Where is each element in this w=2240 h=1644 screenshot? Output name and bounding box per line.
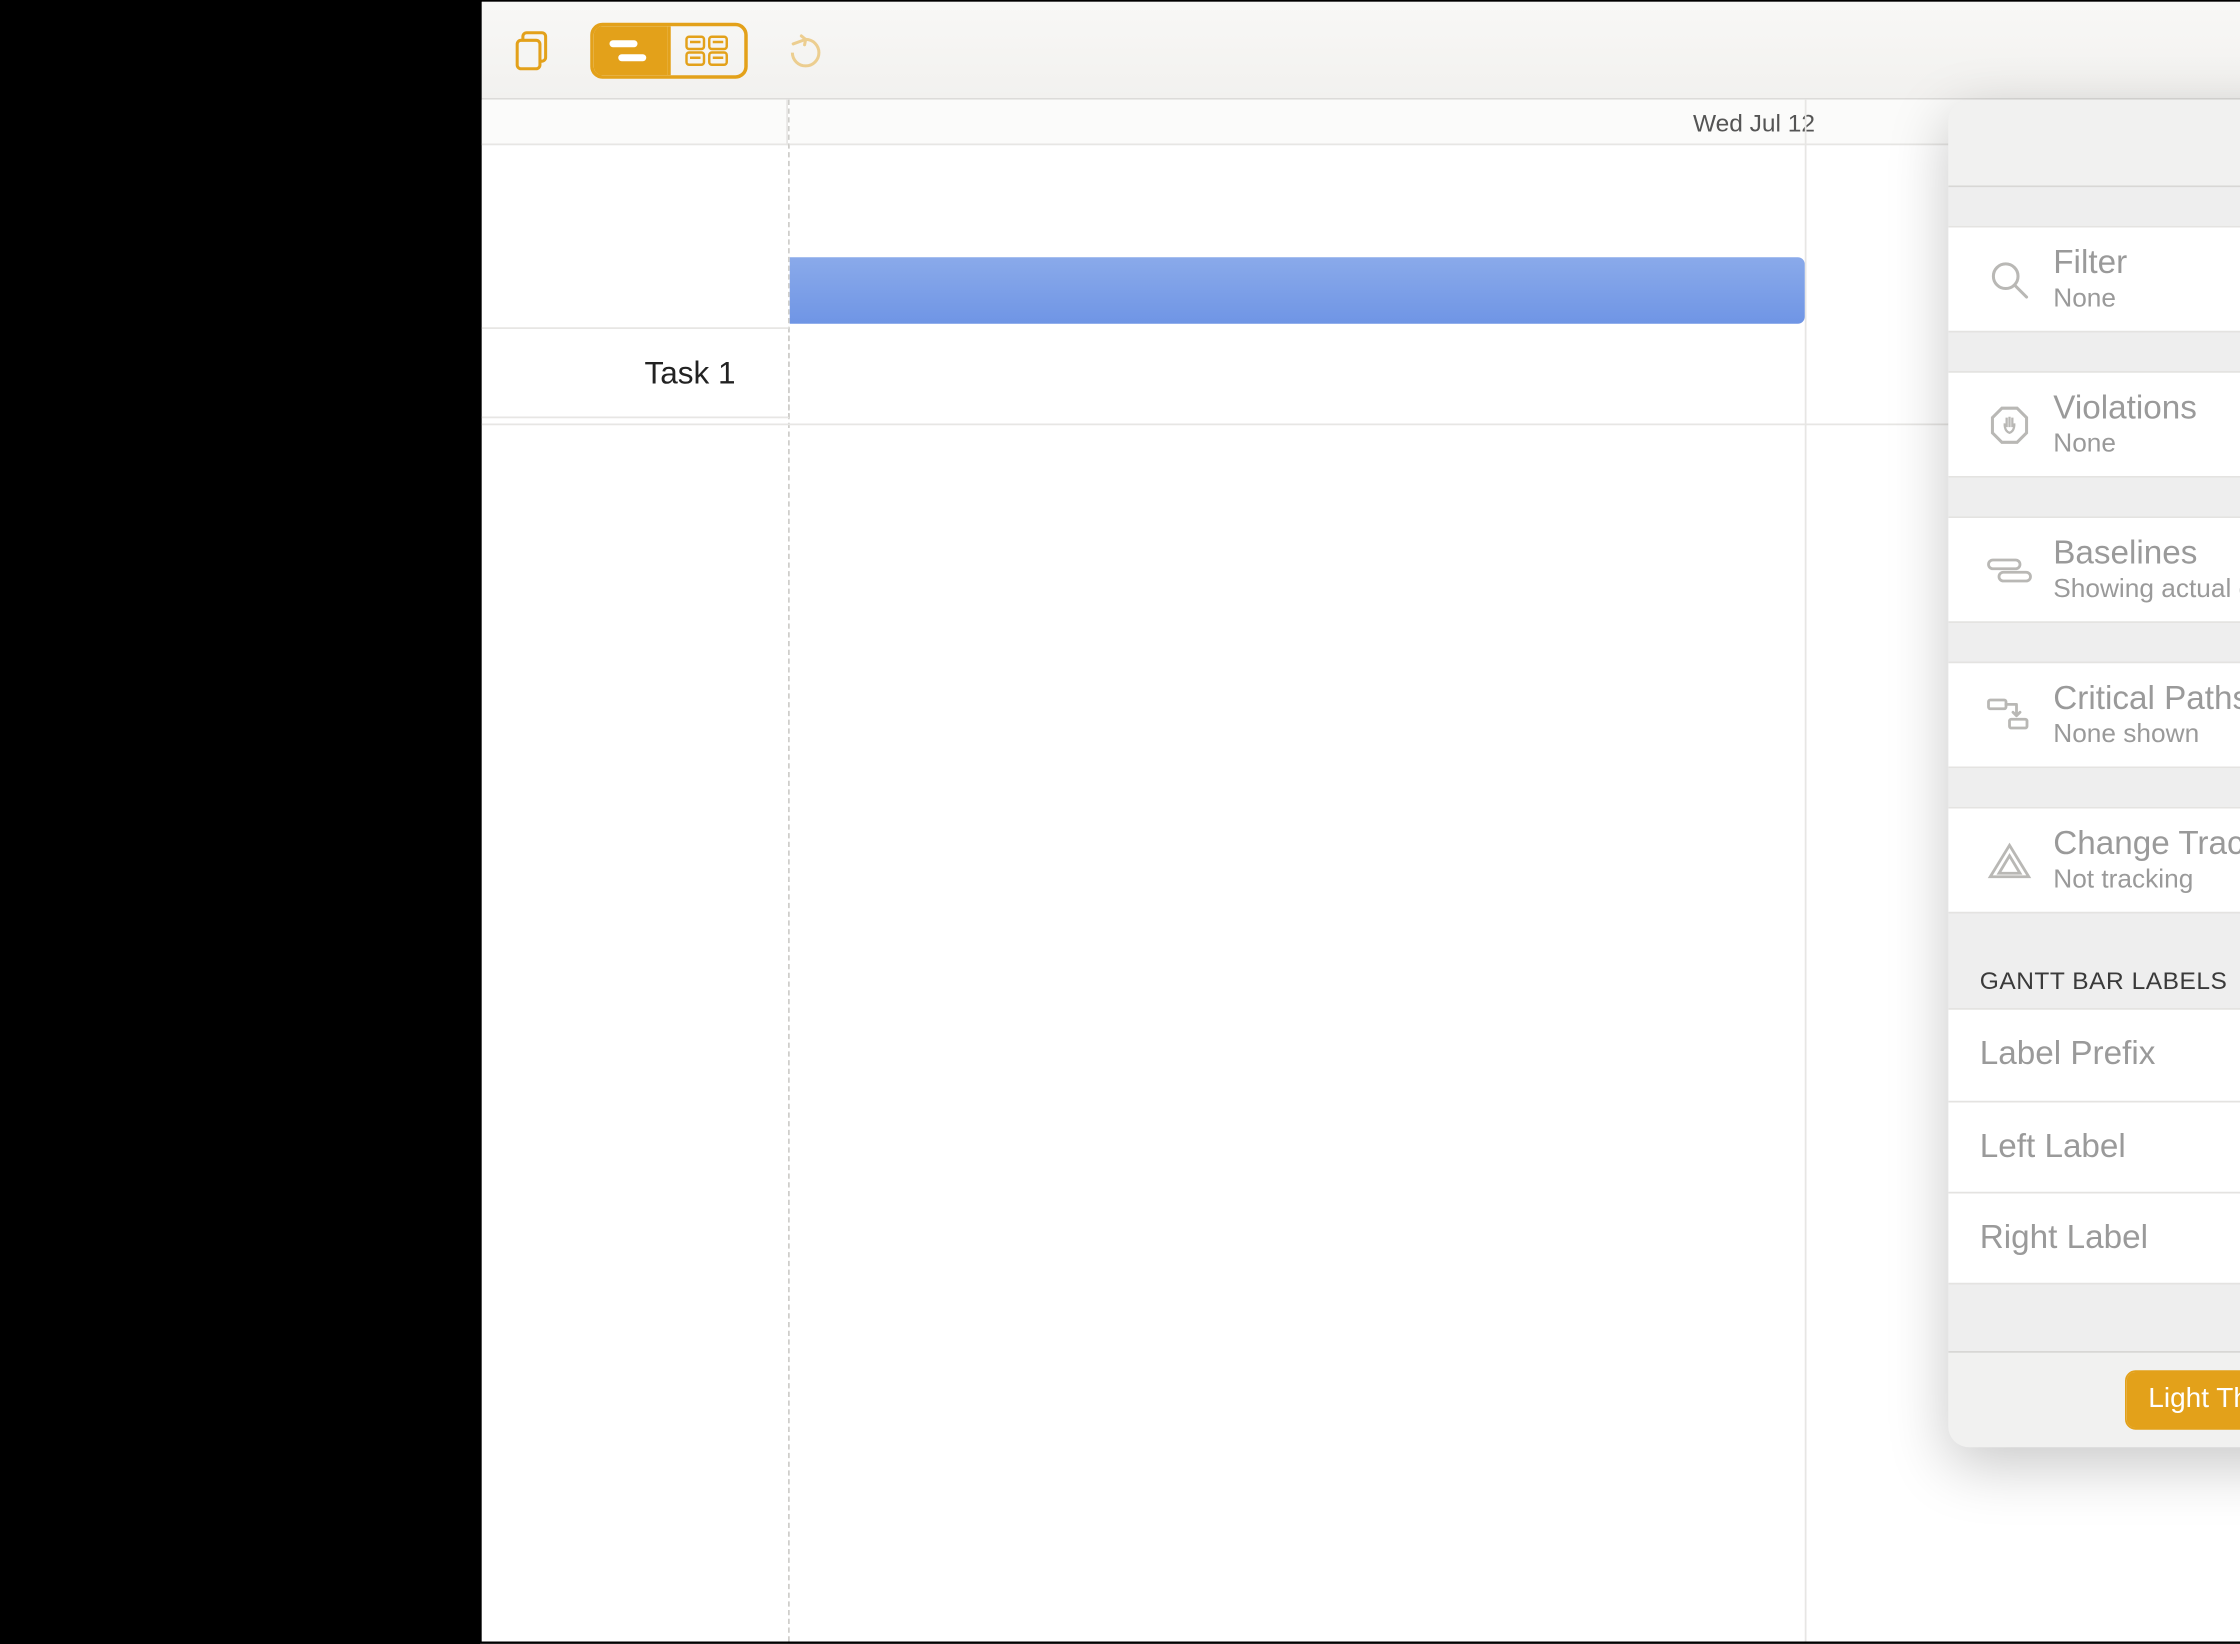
left-label-row[interactable]: Left Label Title — [1948, 1101, 2240, 1192]
item-title: Violations — [2053, 390, 2240, 429]
change-tracking-icon — [1976, 839, 2043, 881]
view-popover: View Filter None — [1948, 100, 2240, 1448]
view-item-filter[interactable]: Filter None — [1948, 228, 2240, 331]
label-prefix-label: Label Prefix — [1980, 1036, 2240, 1075]
item-subtitle: Showing actual only — [2053, 574, 2240, 604]
documents-button[interactable] — [503, 18, 566, 81]
item-title: Baselines — [2053, 536, 2240, 575]
stop-hand-icon — [1976, 402, 2043, 448]
item-title: Change Tracking — [2053, 826, 2240, 865]
theme-segmented[interactable]: Light Theme Dark Theme — [2126, 1370, 2240, 1430]
task-header-spacer — [482, 100, 788, 146]
view-item-violations[interactable]: Violations None — [1948, 373, 2240, 476]
light-theme-option[interactable]: Light Theme — [2127, 1372, 2240, 1428]
left-label-label: Left Label — [1980, 1128, 2240, 1167]
label-prefix-row[interactable]: Label Prefix None — [1948, 1010, 2240, 1101]
view-item-change-tracking[interactable]: Change Tracking Not tracking — [1948, 809, 2240, 912]
item-subtitle: Not tracking — [2053, 865, 2240, 895]
item-subtitle: None shown — [2053, 719, 2240, 749]
view-mode-segmented[interactable] — [590, 22, 748, 78]
gantt-view-icon — [608, 34, 654, 66]
right-label-label: Right Label — [1980, 1219, 2240, 1258]
gantt-bar-labels-header: GANTT BAR LABELS — [1948, 914, 2240, 1009]
item-subtitle: None — [2053, 284, 2240, 314]
right-label-row[interactable]: Right Label Assigned — [1948, 1192, 2240, 1283]
view-mode-grid[interactable] — [667, 25, 744, 74]
popover-footer: Light Theme Dark Theme — [1948, 1351, 2240, 1447]
view-item-critical-paths[interactable]: Critical Paths None shown — [1948, 663, 2240, 766]
grid-view-icon — [685, 34, 731, 66]
popover-title: View — [1948, 100, 2240, 188]
undo-button[interactable] — [772, 18, 835, 81]
item-title: Critical Paths — [2053, 681, 2240, 720]
view-item-baselines[interactable]: Baselines Showing actual only — [1948, 518, 2240, 621]
app-window: Edit Wed Jul 12 Task 1 View — [480, 0, 2240, 1643]
view-mode-gantt[interactable] — [594, 25, 668, 74]
toolbar: Edit — [482, 2, 2240, 100]
undo-icon — [781, 27, 827, 73]
popover-content[interactable]: Filter None — [1948, 187, 2240, 1351]
baselines-icon — [1976, 552, 2043, 587]
critical-paths-icon — [1976, 696, 2043, 735]
search-icon — [1976, 256, 2043, 302]
item-title: Filter — [2053, 245, 2240, 284]
documents-icon — [512, 27, 558, 73]
item-subtitle: None — [2053, 429, 2240, 459]
